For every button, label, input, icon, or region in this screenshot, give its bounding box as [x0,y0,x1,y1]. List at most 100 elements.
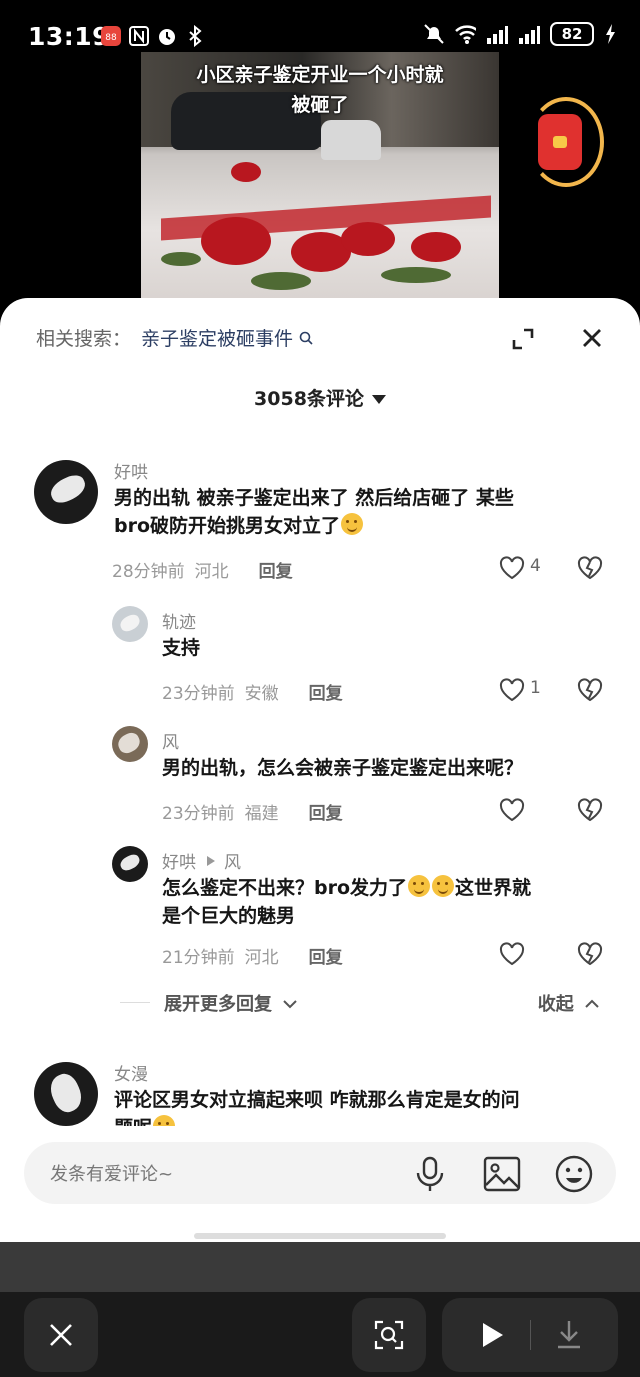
reply-to-author[interactable]: 风 [224,848,241,873]
comment-location: 福建 [244,804,279,824]
fullscreen-icon[interactable] [510,326,536,352]
dislike-broken-heart-icon[interactable] [576,555,604,581]
reply-arrow-icon [207,855,215,866]
comment-input[interactable]: 发条有爱评论~ [24,1142,616,1204]
like-count: 4 [530,556,541,576]
comment-meta: 21分钟前 河北 回复 [162,943,343,968]
image-icon[interactable] [482,1154,522,1194]
laughing-emoji-icon [408,875,431,897]
comment-time: 21分钟前 [162,948,235,968]
viewer-close-button[interactable] [24,1298,98,1372]
avatar[interactable] [112,606,148,642]
like-heart-icon[interactable] [498,555,526,581]
app-badge-icon: 88 [100,25,122,47]
video-frame-leaves [251,272,311,290]
video-frame-flower [201,217,271,265]
comment-meta: 23分钟前 福建 回复 [162,799,343,824]
avatar[interactable] [34,460,98,524]
reply-button[interactable]: 回复 [309,799,343,824]
status-time: 13:19 [28,22,111,51]
avatar[interactable] [112,846,148,882]
comment-text: 男的出轨，怎么会被亲子鉴定鉴定出来呢？ [162,757,524,779]
divider-line [530,1320,531,1350]
battery-indicator: 82 [550,22,594,46]
comment-text: 男的出轨 被亲子鉴定出来了 然后给店砸了 某些 bro破防开始挑男女对立了 [114,484,514,540]
video-frame-flower [341,222,395,256]
collapse-replies-button[interactable]: 收起 [538,990,600,1016]
video-frame-leaves [381,267,451,283]
close-icon[interactable] [578,324,606,352]
video-player[interactable]: 小区亲子鉴定开业一个小时就 被砸了 [141,52,499,307]
comment-text-line: 题呢 [114,1114,520,1126]
viewer-play-download-group [442,1298,618,1372]
avatar[interactable] [112,726,148,762]
expand-more-replies-button[interactable]: 展开更多回复 [164,990,298,1016]
video-frame-flower [411,232,461,262]
dislike-broken-heart-icon[interactable] [576,797,604,823]
comment-text-fragment: 这世界就 [455,877,532,899]
play-icon[interactable] [478,1320,506,1350]
comment-count-dropdown[interactable]: 3058条评论 [0,384,640,411]
comment-text-line: 男的出轨 被亲子鉴定出来了 然后给店砸了 某些 [114,487,514,509]
like-heart-icon[interactable] [498,797,526,823]
comment-text-fragment: bro破防开始挑男女对立了 [114,515,341,537]
red-packet-button[interactable] [528,97,604,187]
comment-text: 怎么鉴定不出来？bro发力了 这世界就 是个巨大的魅男 [162,874,531,930]
comment-text: 支持 [162,637,201,659]
signal-icon [518,23,540,45]
comment-meta: 28分钟前 河北 回复 [112,557,293,582]
reply-button[interactable]: 回复 [259,557,293,582]
comment-input-placeholder: 发条有爱评论~ [50,1164,174,1185]
collapse-label: 收起 [537,994,574,1015]
viewer-bar-band [0,1242,640,1292]
dislike-broken-heart-icon[interactable] [576,677,604,703]
emoji-icon [153,1115,176,1126]
viewer-scan-button[interactable] [352,1298,426,1372]
charging-icon [604,23,616,45]
comment-count: 3058条评论 [254,388,364,410]
reply-button[interactable]: 回复 [309,943,343,968]
comment-author[interactable]: 风 [162,728,179,753]
video-frame-car [321,120,381,160]
video-frame-leaves [161,252,201,266]
comment-author[interactable]: 轨迹 [162,608,196,633]
comment-meta: 23分钟前 安徽 回复 [162,679,343,704]
comment-text-fragment: 题呢 [114,1117,152,1126]
like-heart-icon[interactable] [498,677,526,703]
emoji-icon[interactable] [554,1154,594,1194]
download-icon[interactable] [554,1318,584,1350]
status-left-icons: 88 [100,25,206,47]
chevron-up-icon [585,999,599,1008]
comment-text-line: 是个巨大的魅男 [162,905,296,927]
dislike-broken-heart-icon[interactable] [576,941,604,967]
comment-author[interactable]: 好哄 [114,458,148,483]
reply-button[interactable]: 回复 [309,679,343,704]
wifi-icon [454,23,476,45]
microphone-icon[interactable] [410,1154,450,1194]
nfc-icon [128,25,150,47]
replies-toggle-row: 展开更多回复 收起 [120,988,620,1018]
reply-item: 好哄 风 怎么鉴定不出来？bro发力了 这世界就 是个巨大的魅男 21分钟前 河北… [0,842,640,982]
avatar[interactable] [34,1062,98,1126]
comment-location: 河北 [194,562,229,582]
comment-author[interactable]: 好哄 [162,848,196,873]
related-search[interactable]: 相关搜索： 亲子鉴定被砸事件 [36,324,313,351]
comment-time: 23分钟前 [162,684,235,704]
mute-icon [422,23,444,45]
reply-item: 风 男的出轨，怎么会被亲子鉴定鉴定出来呢？ 23分钟前 福建 回复 [0,722,640,832]
like-heart-icon[interactable] [498,941,526,967]
related-search-keyword[interactable]: 亲子鉴定被砸事件 [141,324,293,351]
comment-location: 河北 [244,948,279,968]
close-icon [50,1324,72,1346]
chevron-down-icon [283,1000,297,1009]
video-frame-flower [231,162,261,182]
comment-text: 评论区男女对立搞起来呗 咋就那么肯定是女的问 题呢 [114,1086,520,1126]
comment-author[interactable]: 女漫 [114,1060,148,1085]
comment-text-line: 评论区男女对立搞起来呗 咋就那么肯定是女的问 [114,1089,520,1111]
comment-text-line: 怎么鉴定不出来？bro发力了 这世界就 [162,874,531,902]
comment-time: 28分钟前 [112,562,185,582]
comment-item: 好哄 男的出轨 被亲子鉴定出来了 然后给店砸了 某些 bro破防开始挑男女对立了… [0,456,640,596]
status-right-icons: 82 [422,22,616,46]
bluetooth-icon [184,25,206,47]
home-indicator [194,1233,446,1239]
